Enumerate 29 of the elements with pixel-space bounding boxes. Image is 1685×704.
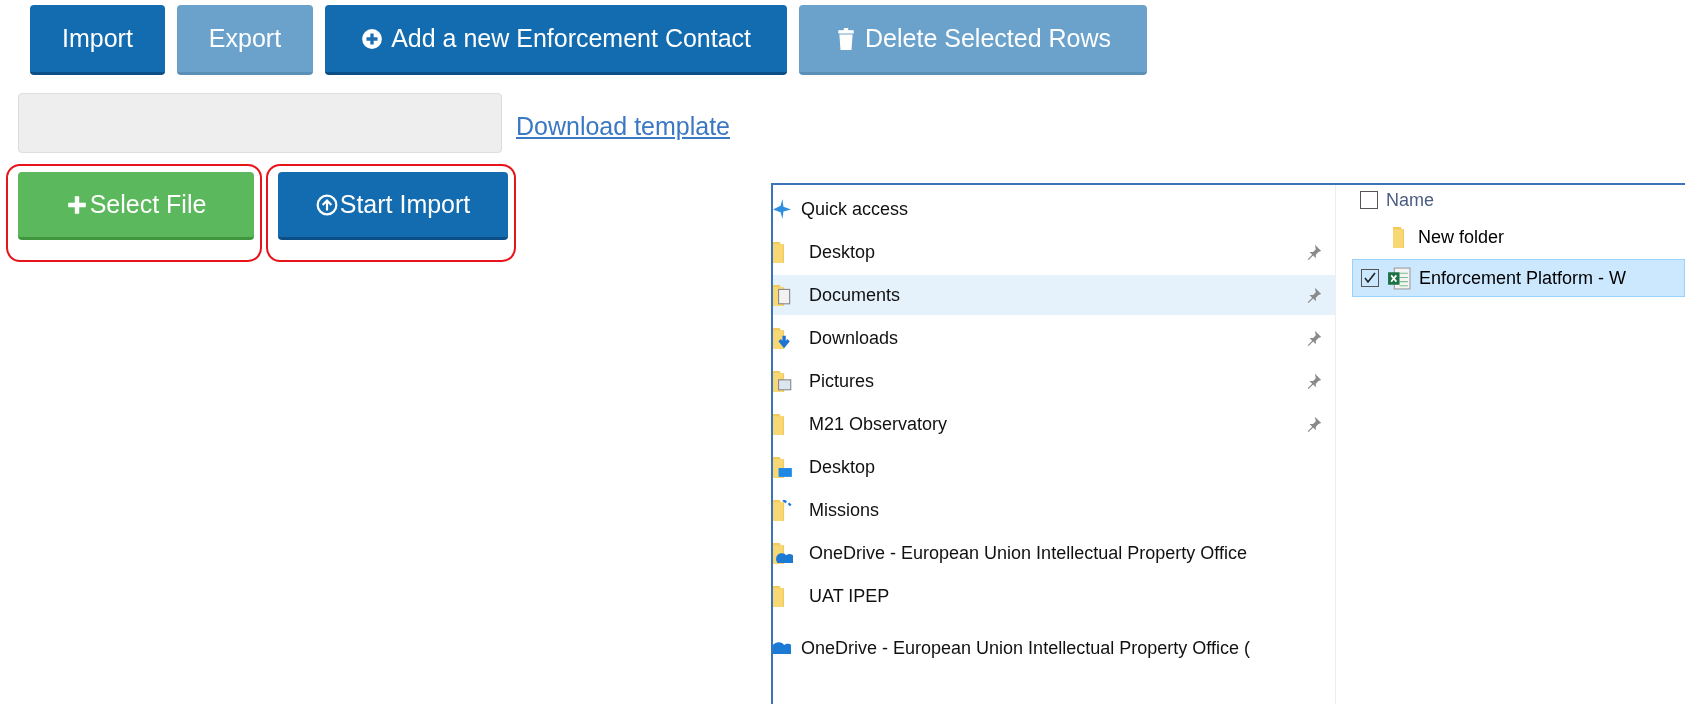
nav-item[interactable]: Quick access	[773, 189, 1335, 229]
nav-item[interactable]: M21 Observatory	[773, 404, 1335, 444]
nav-item[interactable]: Documents	[773, 275, 1335, 315]
plus-circle-icon	[361, 27, 384, 50]
pin-icon[interactable]	[1305, 415, 1323, 433]
nav-item[interactable]: Missions	[773, 490, 1335, 530]
toolbar-button[interactable]: Import	[30, 5, 165, 75]
select-all-checkbox[interactable]	[1360, 191, 1378, 209]
toolbar-button[interactable]: Add a new Enforcement Contact	[325, 5, 788, 75]
file-checkbox[interactable]	[1361, 269, 1379, 287]
pin-icon[interactable]	[1305, 372, 1323, 390]
pin-icon[interactable]	[1305, 329, 1323, 347]
pin-icon[interactable]	[1305, 243, 1323, 261]
nav-item[interactable]: OneDrive - European Union Intellectual Property Office	[773, 533, 1335, 573]
plus-icon	[65, 193, 88, 216]
file-row[interactable]: New folder	[1360, 219, 1685, 255]
nav-item[interactable]: OneDrive - European Union Intellectual Property Office (	[773, 628, 1335, 668]
upload-circle-icon	[315, 193, 338, 216]
file-name-field[interactable]	[18, 93, 502, 153]
upload-button[interactable]: Start Import	[278, 172, 508, 240]
download-template-link[interactable]: Download template	[516, 112, 730, 153]
pin-icon[interactable]	[1305, 286, 1323, 304]
name-column-header[interactable]: Name	[1386, 189, 1434, 211]
nav-item[interactable]: UAT IPEP	[773, 576, 1335, 616]
nav-item[interactable]: Pictures	[773, 361, 1335, 401]
nav-item[interactable]: Desktop	[773, 447, 1335, 487]
nav-item[interactable]: Desktop	[773, 232, 1335, 272]
file-row[interactable]: Enforcement Platform - W	[1352, 259, 1685, 297]
nav-item[interactable]: Downloads	[773, 318, 1335, 358]
